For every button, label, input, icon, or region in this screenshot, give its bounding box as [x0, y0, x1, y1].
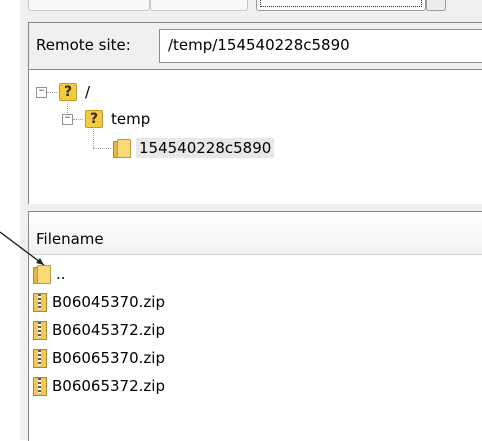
- file-name: B06065372.zip: [52, 377, 165, 395]
- question-icon: ?: [85, 110, 103, 128]
- list-item[interactable]: B06045372.zip: [29, 316, 482, 344]
- list-item-parent-directory[interactable]: ..: [29, 260, 482, 288]
- collapse-icon[interactable]: −: [36, 87, 47, 98]
- pane-splitter[interactable]: [28, 204, 482, 211]
- column-header-label: Filename: [36, 230, 104, 248]
- zip-file-icon: [33, 377, 47, 396]
- file-name: B06045372.zip: [52, 321, 165, 339]
- question-icon: ?: [59, 83, 77, 101]
- directory-tree: − ? / − ? temp 154540228c5890: [29, 70, 482, 205]
- tree-node-label: 154540228c5890: [136, 138, 275, 158]
- tree-connector: [73, 119, 83, 120]
- tree-connector: [93, 127, 94, 148]
- tree-node-selected-folder[interactable]: 154540228c5890: [113, 137, 275, 159]
- collapse-icon[interactable]: −: [62, 114, 73, 125]
- list-item[interactable]: B06065372.zip: [29, 372, 482, 400]
- toolbar-segment[interactable]: [28, 0, 150, 11]
- remote-site-label: Remote site:: [36, 36, 131, 54]
- file-name: B06045370.zip: [52, 293, 165, 311]
- zip-file-icon: [33, 321, 47, 340]
- file-name: B06065370.zip: [52, 349, 165, 367]
- remote-file-list-pane: Filename .. B06045370.zip B06045372.zip …: [28, 211, 482, 441]
- remote-site-bar: Remote site:: [29, 23, 482, 70]
- list-item[interactable]: B06065370.zip: [29, 344, 482, 372]
- zip-file-icon: [33, 349, 47, 368]
- tree-node-label: temp: [111, 110, 151, 128]
- filename-column-header[interactable]: Filename: [29, 212, 482, 255]
- remote-site-input-box[interactable]: [159, 29, 482, 63]
- toolbar-segment[interactable]: [150, 0, 248, 11]
- tree-node-root[interactable]: ? /: [59, 81, 90, 103]
- tree-connector: [47, 92, 57, 93]
- tree-connector: [93, 148, 111, 149]
- list-item[interactable]: B06045370.zip: [29, 288, 482, 316]
- remote-directory-tree-pane: Remote site: − ? / − ? temp 15454: [28, 22, 482, 205]
- folder-icon: [33, 265, 51, 284]
- quickconnect-dropdown[interactable]: [256, 0, 426, 11]
- remote-site-input[interactable]: [160, 30, 482, 60]
- file-name: ..: [56, 265, 66, 283]
- filezilla-remote-panel: Remote site: − ? / − ? temp 15454: [20, 0, 482, 441]
- toolbar-strip: [20, 0, 482, 20]
- tree-node-label: /: [85, 83, 91, 101]
- dropdown-arrow-button[interactable]: [426, 0, 446, 11]
- focus-rect: [260, 0, 422, 7]
- tree-node-temp[interactable]: ? temp: [85, 108, 150, 130]
- folder-icon: [113, 139, 131, 158]
- zip-file-icon: [33, 293, 47, 312]
